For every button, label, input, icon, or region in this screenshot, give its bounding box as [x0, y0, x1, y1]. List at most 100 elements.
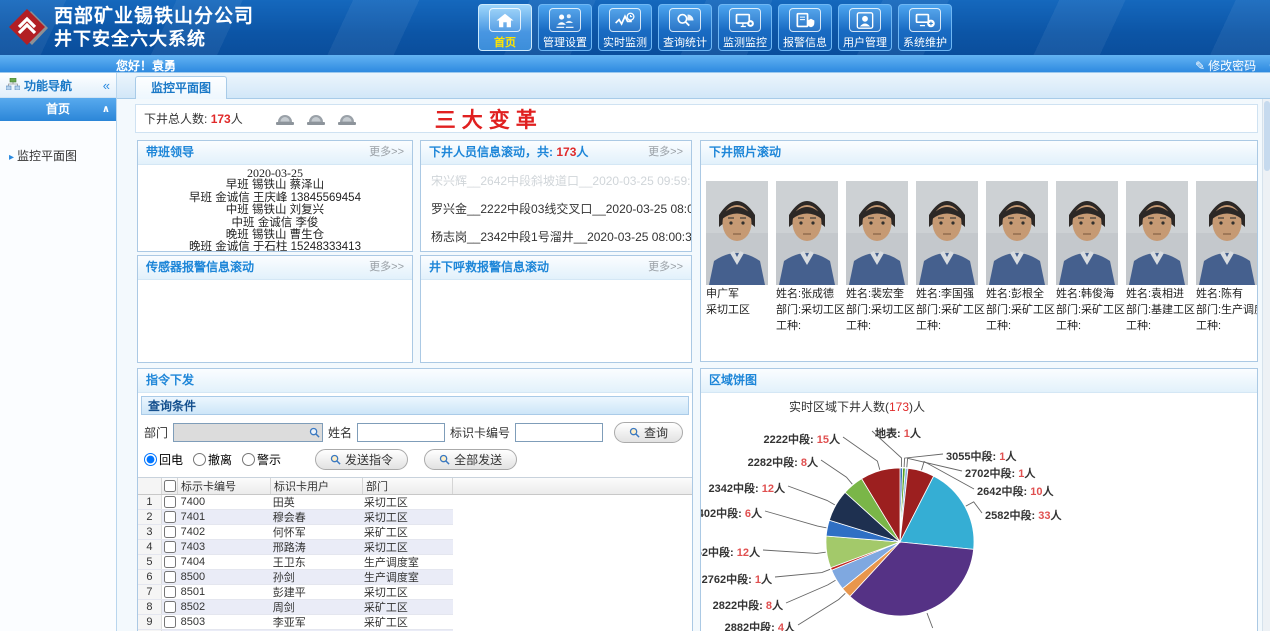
manage-settings-icon [549, 8, 581, 32]
pie-label-leader [821, 460, 852, 484]
table-row[interactable]: 47403邢路涛采切工区 [138, 540, 453, 555]
pencil-icon: ✎ [1195, 59, 1205, 73]
photo-job: 工种: [916, 320, 980, 333]
photo-card: 姓名:韩俊海部门:采矿工区工种: [1056, 181, 1120, 333]
table-row[interactable]: 37402何怀军采矿工区 [138, 525, 453, 540]
photo-card: 姓名:陈有部门:生产调度室工种: [1196, 181, 1258, 333]
row-checkbox[interactable] [164, 616, 176, 628]
miner-photo [986, 181, 1050, 285]
sub-header: 您好！袁勇 ✎ 修改密码 退出 [0, 55, 1270, 73]
panel-title: 带班领导 [146, 141, 194, 164]
more-link[interactable]: 更多>> [369, 141, 404, 164]
table-row[interactable]: 17400田英采切工区 [138, 495, 453, 510]
scrollbar-thumb[interactable] [1264, 101, 1270, 171]
miner-photo [776, 181, 840, 285]
nav-user-manage[interactable]: 用户管理 [838, 4, 892, 51]
leader-line: 早班 锡铁山 蔡泽山 [138, 179, 412, 191]
col-card-no: 标示卡编号 [178, 478, 271, 494]
name-input[interactable] [357, 423, 445, 442]
alarm-siren-icon[interactable] [337, 111, 357, 126]
nav-system-maintain[interactable]: 系统维护 [898, 4, 952, 51]
row-checkbox[interactable] [164, 541, 176, 553]
photo-card: 申广军采切工区 [706, 181, 770, 333]
dept-input[interactable] [173, 423, 323, 442]
alarm-siren-icon[interactable] [306, 111, 326, 126]
pie-label-leader [798, 593, 845, 625]
radio-callback[interactable]: 回电 [144, 451, 183, 468]
row-checkbox[interactable] [164, 601, 176, 613]
cell-dept: 生产调度室 [361, 570, 450, 584]
pie-label-leader [775, 569, 830, 577]
table-row[interactable]: 88502周剑采矿工区 [138, 600, 453, 615]
nav-alarm-info[interactable]: 报警信息 [778, 4, 832, 51]
query-form-row: 部门 姓名 标识卡编号 查询 [138, 418, 692, 445]
send-command-button[interactable]: 发送指令 [315, 449, 408, 470]
select-all-checkbox[interactable] [164, 480, 176, 492]
pie-label-leader [927, 613, 933, 628]
photo-dept: 部门:采切工区 [776, 304, 840, 317]
personnel-item: 宋兴辉__2642中段斜坡道口__2020-03-25 09:59:26 [431, 172, 691, 189]
row-checkbox[interactable] [164, 511, 176, 523]
sub-links: ✎ 修改密码 退出 [1195, 57, 1270, 73]
photo-job [706, 320, 770, 333]
company-name: 西部矿业锡铁山分公司 [54, 5, 254, 28]
panel-title: 井下呼救报警信息滚动 [429, 256, 549, 279]
row-checkbox[interactable] [164, 526, 176, 538]
cell-card-no: 7404 [178, 555, 270, 569]
sitemap-icon [6, 78, 20, 93]
cell-dept: 采矿工区 [361, 525, 450, 539]
photo-job: 工种: [986, 320, 1050, 333]
table-row[interactable]: 68500孙剑生产调度室 [138, 570, 453, 585]
nav-manage-settings[interactable]: 管理设置 [538, 4, 592, 51]
sidebar-item-home[interactable]: 首页 ∧ [0, 98, 116, 121]
radio-evacuate[interactable]: 撤离 [193, 451, 232, 468]
cell-card-no: 7402 [178, 525, 270, 539]
cell-card-no: 7400 [178, 495, 270, 509]
more-link[interactable]: 更多>> [648, 256, 683, 279]
more-link[interactable]: 更多>> [648, 141, 683, 164]
table-row[interactable]: 98503李亚军采矿工区 [138, 615, 453, 630]
collapse-sidebar-icon[interactable]: « [103, 78, 110, 93]
vertical-scrollbar[interactable] [1262, 99, 1270, 631]
miner-photo [1126, 181, 1190, 285]
row-checkbox[interactable] [164, 556, 176, 568]
table-row[interactable]: 57404王卫东生产调度室 [138, 555, 453, 570]
dept-search-icon[interactable] [309, 427, 320, 441]
alarm-info-icon [789, 8, 821, 32]
panel-title: 传感器报警信息滚动 [146, 256, 254, 279]
cell-dept: 采切工区 [361, 510, 450, 524]
card-no-input[interactable] [515, 423, 603, 442]
send-all-button[interactable]: 全部发送 [424, 449, 517, 470]
pie-label-leader [843, 437, 880, 470]
radio-warn[interactable]: 警示 [242, 451, 281, 468]
cell-card-user: 穆会春 [270, 510, 361, 524]
more-link[interactable]: 更多>> [369, 256, 404, 279]
table-row[interactable]: 78501彭建平采切工区 [138, 585, 453, 600]
leader-line: 中班 金诚信 李俊 [138, 217, 412, 229]
row-number: 9 [138, 615, 162, 629]
cell-dept: 生产调度室 [361, 555, 450, 569]
nav-home[interactable]: 首页 [478, 4, 532, 51]
query-button[interactable]: 查询 [614, 422, 683, 443]
panel-title: 下井人员信息滚动，共: 173人 [429, 141, 588, 164]
table-row[interactable]: 27401穆会春采切工区 [138, 510, 453, 525]
pie-label-leader [966, 502, 982, 513]
cell-card-user: 孙剑 [270, 570, 361, 584]
cell-card-no: 7403 [178, 540, 270, 554]
content-area: 下井总人数: 173人 三大变革 带班领导 更多>> 2020-03-25 早班… [117, 99, 1270, 631]
nav-monitor-control[interactable]: 监测监控 [718, 4, 772, 51]
photo-card: 姓名:裴宏奎部门:采切工区工种: [846, 181, 910, 333]
row-checkbox[interactable] [164, 496, 176, 508]
nav-realtime-monitor[interactable]: 实时监测 [598, 4, 652, 51]
query-conditions-header: 查询条件 [141, 396, 689, 415]
photo-job: 工种: [1196, 320, 1258, 333]
sidebar-item-monitor-plan[interactable]: ▸监控平面图 [0, 147, 116, 164]
alarm-siren-icon[interactable] [275, 111, 295, 126]
change-password-link[interactable]: ✎ 修改密码 [1195, 57, 1256, 73]
tab-monitor-plan[interactable]: 监控平面图 [135, 76, 227, 99]
leader-line: 早班 金诚信 王庆峰 13845569454 [138, 192, 412, 204]
row-checkbox[interactable] [164, 571, 176, 583]
nav-query-stats[interactable]: 查询统计 [658, 4, 712, 51]
row-checkbox[interactable] [164, 586, 176, 598]
table-body: 17400田英采切工区27401穆会春采切工区37402何怀军采矿工区47403… [138, 495, 692, 631]
